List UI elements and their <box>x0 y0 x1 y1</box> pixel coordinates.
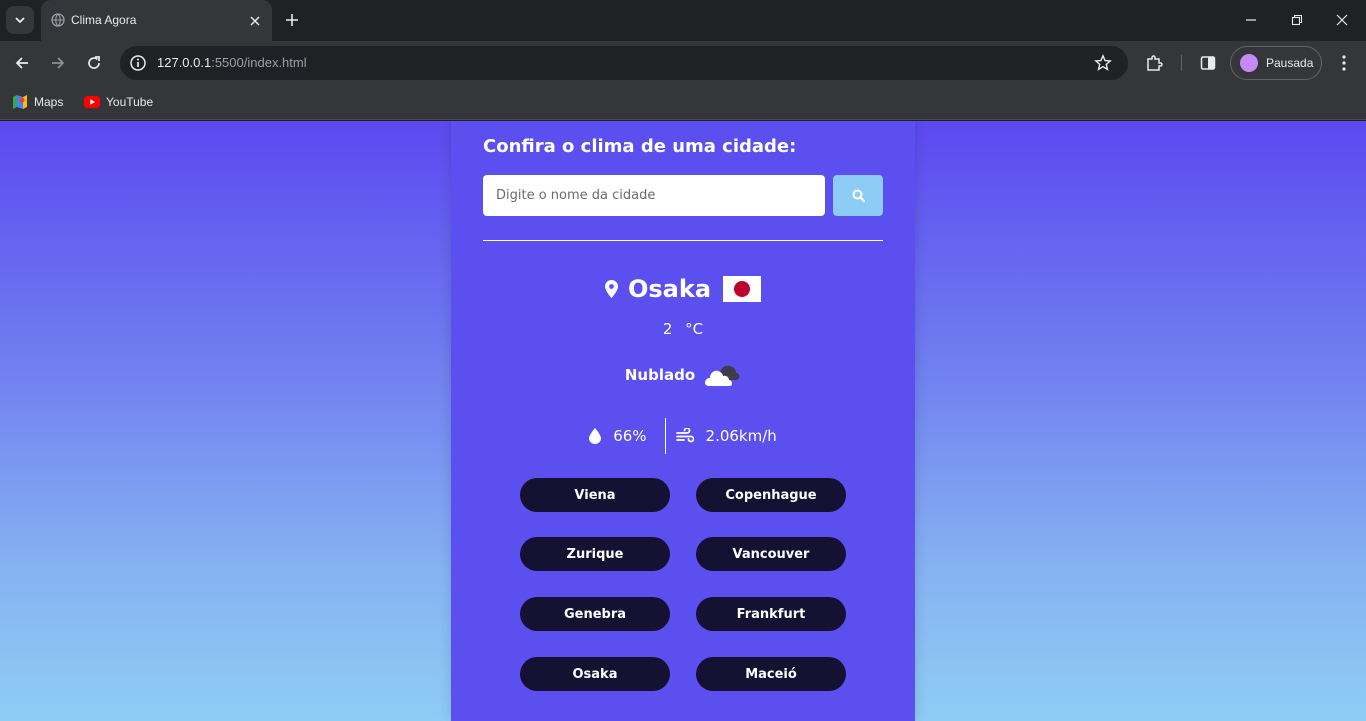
suggestion-button-vancouver[interactable]: Vancouver <box>696 537 846 571</box>
tab-close-button[interactable] <box>246 12 263 29</box>
city-search-input[interactable] <box>483 175 825 216</box>
city-header: Osaka <box>451 273 915 305</box>
profile-label: Pausada <box>1266 56 1314 70</box>
restore-button[interactable] <box>1284 8 1310 32</box>
close-icon <box>249 15 260 26</box>
bookmark-label: YouTube <box>106 95 154 109</box>
youtube-icon <box>84 96 100 108</box>
suggestion-button-maceio[interactable]: Maceió <box>696 657 846 691</box>
plus-icon <box>286 14 298 26</box>
avatar <box>1240 54 1258 72</box>
cloud-icon <box>705 365 740 386</box>
star-icon[interactable] <box>1094 54 1112 72</box>
back-button[interactable] <box>9 51 35 75</box>
bookmark-label: Maps <box>34 95 64 109</box>
map-marker-icon <box>604 280 618 298</box>
url-host: 127.0.0.1 <box>157 55 212 70</box>
maps-icon <box>13 95 27 109</box>
browser-tab-strip: Clima Agora <box>0 0 1366 41</box>
browser-tab-active[interactable]: Clima Agora <box>41 0 272 41</box>
extensions-button[interactable] <box>1141 51 1167 75</box>
toolbar-divider <box>1181 55 1182 71</box>
globe-icon <box>51 13 65 27</box>
suggestion-button-frankfurt[interactable]: Frankfurt <box>696 597 846 631</box>
minimize-button[interactable] <box>1238 8 1264 32</box>
humidity-value: 66% <box>613 427 647 445</box>
droplet-icon <box>589 428 602 444</box>
browser-toolbar: 127.0.0.1:5500/index.html Pausada <box>0 41 1366 85</box>
side-panel-button[interactable] <box>1195 51 1221 75</box>
search-button[interactable] <box>833 175 883 216</box>
suggestion-button-copenhague[interactable]: Copenhague <box>696 478 846 512</box>
bookmark-maps[interactable]: Maps <box>12 92 63 112</box>
browser-menu-button[interactable] <box>1331 51 1357 75</box>
wind: 2.06km/h <box>675 427 777 445</box>
arrow-left-icon <box>15 57 28 69</box>
url-path: :5500/index.html <box>211 55 307 70</box>
humidity: 66% <box>589 427 647 445</box>
country-flag <box>723 276 762 302</box>
details-separator <box>664 418 666 454</box>
tab-title: Clima Agora <box>71 13 137 27</box>
minimize-icon <box>1246 19 1256 21</box>
url-text[interactable]: 127.0.0.1:5500/index.html <box>157 55 307 70</box>
temperature-unit: °C <box>685 320 704 338</box>
bookmark-youtube[interactable]: YouTube <box>84 92 153 112</box>
bookmarks-bar: Maps YouTube <box>0 85 1366 120</box>
city-name: Osaka <box>627 275 712 303</box>
reload-button[interactable] <box>81 51 107 75</box>
weather-card: Confira o clima de uma cidade: Osaka 2 °… <box>451 121 915 721</box>
info-icon[interactable] <box>129 54 147 72</box>
search-icon <box>852 189 865 202</box>
reload-icon <box>88 56 100 69</box>
weather-description: Nublado <box>624 366 696 384</box>
kebab-menu-icon <box>1342 55 1346 71</box>
close-icon <box>1336 14 1348 26</box>
weather-details: 66% 2.06km/h <box>451 418 915 454</box>
chevron-down-icon <box>15 17 25 24</box>
suggestion-button-genebra[interactable]: Genebra <box>520 597 670 631</box>
arrow-right-icon <box>52 57 65 69</box>
address-bar[interactable]: 127.0.0.1:5500/index.html <box>120 46 1128 80</box>
temperature: 2 °C <box>451 320 915 338</box>
section-divider <box>483 240 883 241</box>
suggestion-button-osaka[interactable]: Osaka <box>520 657 670 691</box>
wind-icon <box>675 428 694 443</box>
flag-disc <box>734 281 751 297</box>
temperature-value: 2 <box>662 320 673 338</box>
profile-button[interactable]: Pausada <box>1230 46 1322 80</box>
suggestion-button-viena[interactable]: Viena <box>520 478 670 512</box>
forward-button[interactable] <box>45 51 71 75</box>
restore-icon <box>1291 14 1303 26</box>
new-tab-button[interactable] <box>282 10 302 30</box>
wind-value: 2.06km/h <box>705 427 777 445</box>
page-viewport: Confira o clima de uma cidade: Osaka 2 °… <box>0 121 1366 721</box>
tab-search-button[interactable] <box>6 6 34 34</box>
suggestion-button-zurique[interactable]: Zurique <box>520 537 670 571</box>
weather-description-row: Nublado <box>451 361 915 389</box>
page-title: Confira o clima de uma cidade: <box>483 136 797 157</box>
window-close-button[interactable] <box>1329 8 1355 32</box>
puzzle-icon <box>1147 55 1163 71</box>
side-panel-icon <box>1200 56 1216 70</box>
